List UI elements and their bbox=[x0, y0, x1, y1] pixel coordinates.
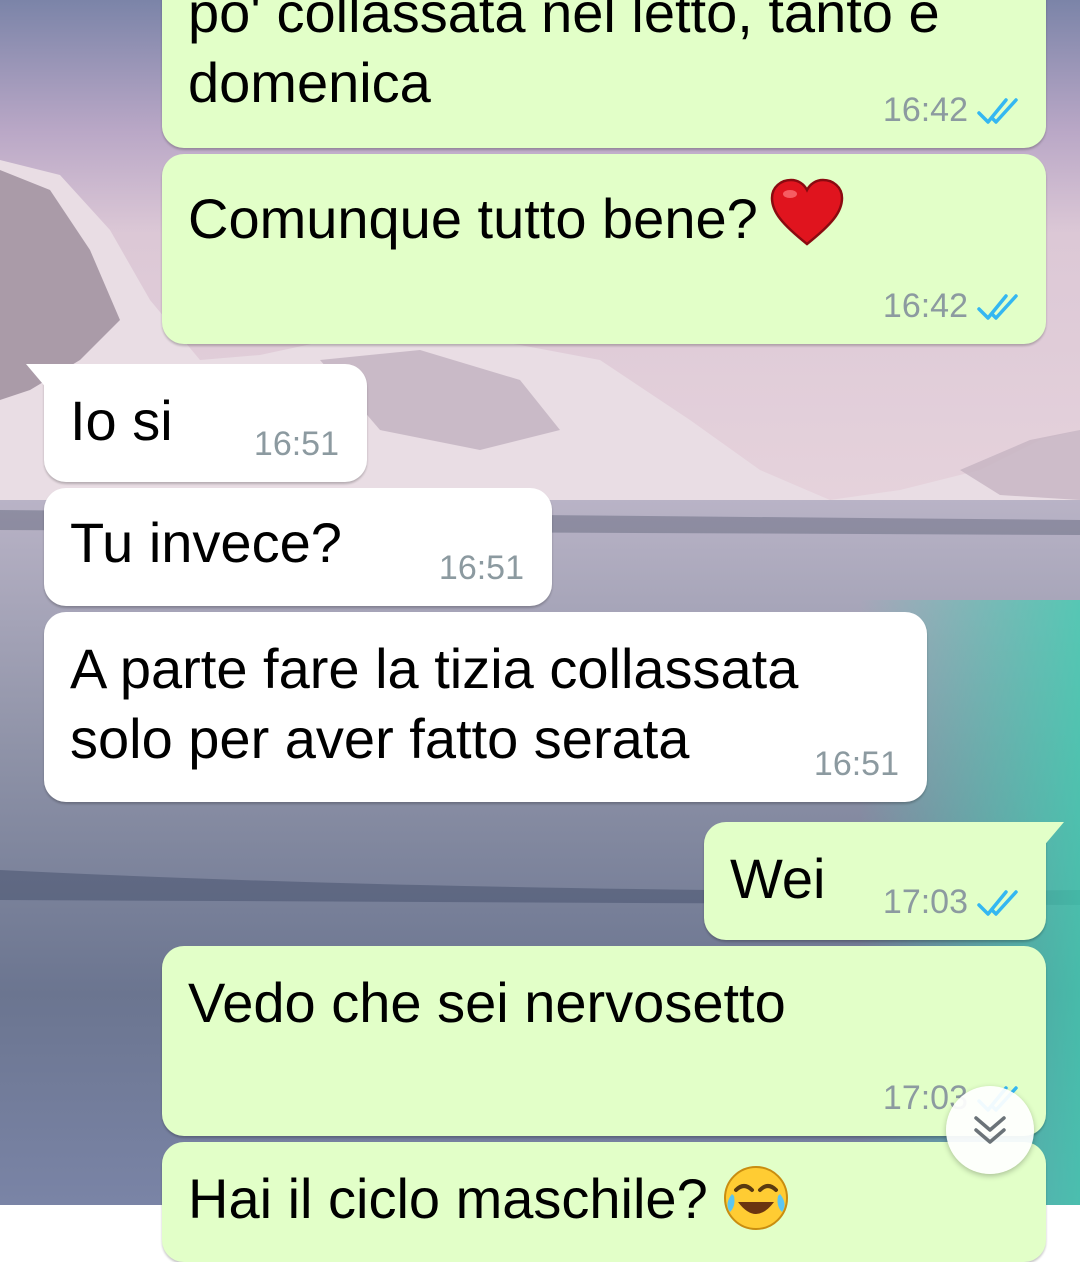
scroll-to-bottom-button[interactable] bbox=[946, 1086, 1034, 1174]
message-text-line: po' collassata nel letto, tanto e bbox=[188, 0, 940, 44]
message-bubble-outgoing[interactable]: po' collassata nel letto, tanto e domeni… bbox=[162, 0, 1046, 148]
message-text-line: Hai il ciclo maschile? bbox=[188, 1167, 708, 1230]
message-timestamp: 17:03 bbox=[882, 883, 968, 921]
message-bubble-outgoing[interactable]: Wei 17:03 bbox=[704, 822, 1064, 940]
message-bubble-incoming[interactable]: Io si 16:51 bbox=[26, 364, 367, 482]
message-text-line: Tu invece? bbox=[70, 511, 342, 574]
message-timestamp: 16:42 bbox=[882, 287, 968, 325]
message-text-line: Wei bbox=[730, 847, 826, 910]
message-bubble-outgoing[interactable]: Comunque tutto bene? 16:42 bbox=[162, 154, 1046, 344]
tears-of-joy-emoji-icon bbox=[723, 1166, 788, 1230]
message-text-line: Comunque tutto bene? bbox=[188, 187, 758, 250]
message-bubble-incoming[interactable]: A parte fare la tizia collassata solo pe… bbox=[44, 612, 927, 802]
message-bubble-incoming[interactable]: Tu invece? 16:51 bbox=[44, 488, 552, 606]
message-timestamp: 16:42 bbox=[882, 91, 968, 129]
message-text-line: Io si bbox=[70, 389, 173, 452]
message-text-line: solo per aver fatto serata bbox=[70, 707, 690, 770]
bubble-tail bbox=[1042, 822, 1064, 848]
message-timestamp: 16:51 bbox=[253, 425, 339, 463]
red-heart-emoji-icon bbox=[770, 178, 844, 246]
message-timestamp: 16:51 bbox=[813, 745, 899, 783]
double-check-icon bbox=[977, 97, 1018, 124]
bubble-tail bbox=[26, 364, 48, 390]
message-bubble-outgoing[interactable]: Hai il ciclo maschile? bbox=[162, 1142, 1046, 1262]
double-chevron-down-icon bbox=[974, 1116, 1006, 1144]
message-text-line: domenica bbox=[188, 51, 431, 114]
message-bubble-outgoing[interactable]: Vedo che sei nervosetto 17:03 bbox=[162, 946, 1046, 1136]
message-text-line: Vedo che sei nervosetto bbox=[188, 971, 786, 1034]
double-check-icon bbox=[977, 293, 1018, 320]
message-text-line: A parte fare la tizia collassata bbox=[70, 637, 799, 700]
double-check-icon bbox=[977, 889, 1018, 916]
message-timestamp: 16:51 bbox=[438, 549, 524, 587]
